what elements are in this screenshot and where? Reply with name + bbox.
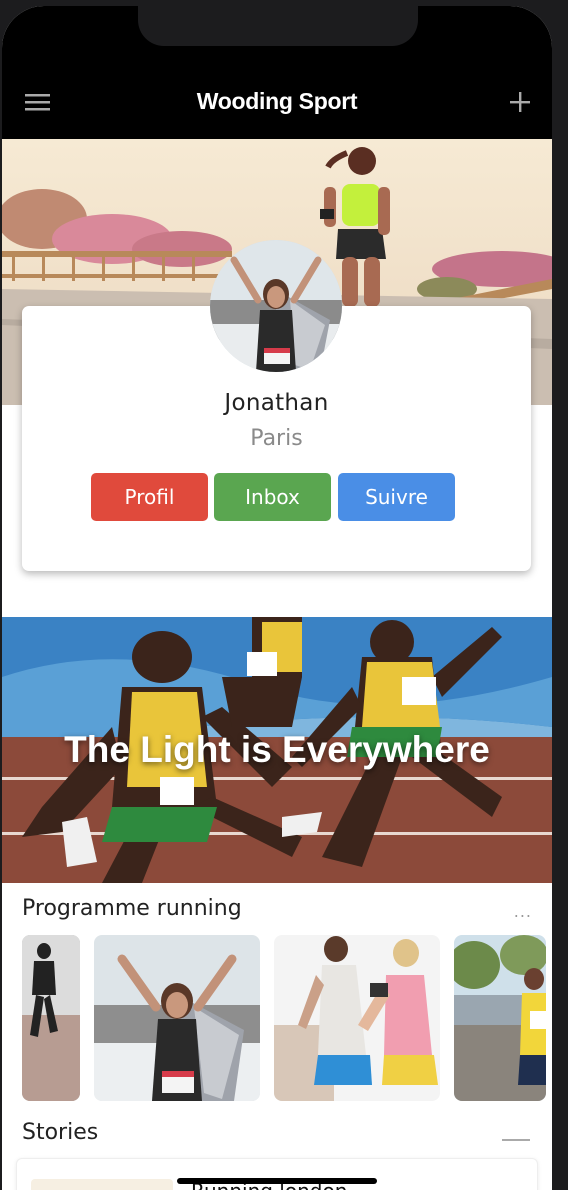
avatar[interactable] [210,240,342,372]
promo-banner[interactable]: The Light is Everywhere [2,617,552,883]
add-button[interactable] [500,84,540,120]
profile-name: Jonathan [224,390,329,416]
app-title: Wooding Sport [196,88,358,114]
suivre-button[interactable]: Suivre [338,473,455,521]
profile-city: Paris [250,426,303,451]
profil-button[interactable]: Profil [91,473,208,521]
programme-item[interactable] [454,935,546,1101]
home-indicator[interactable] [177,1178,377,1184]
inbox-button[interactable]: Inbox [214,473,331,521]
device-notch [138,6,418,46]
programme-item[interactable] [22,935,80,1101]
phone-bezel [552,0,568,1190]
story-thumbnail [31,1179,173,1190]
banner-title: The Light is Everywhere [64,729,490,770]
programme-item[interactable] [94,935,260,1101]
top-navbar: Wooding Sport [2,6,552,139]
programme-item[interactable] [274,935,440,1101]
collapse-icon[interactable] [502,1139,530,1141]
stories-section-title: Stories [22,1120,99,1145]
plus-icon [510,92,530,112]
story-card[interactable]: Running london [16,1158,538,1190]
programme-section-title: Programme running [22,896,242,921]
phone-frame: Wooding Sport Jonathan Paris Profil Inbo… [0,0,568,1190]
more-options-icon[interactable]: ... [514,902,532,921]
app-screen: Wooding Sport Jonathan Paris Profil Inbo… [2,6,552,1190]
programme-carousel[interactable] [2,935,552,1101]
